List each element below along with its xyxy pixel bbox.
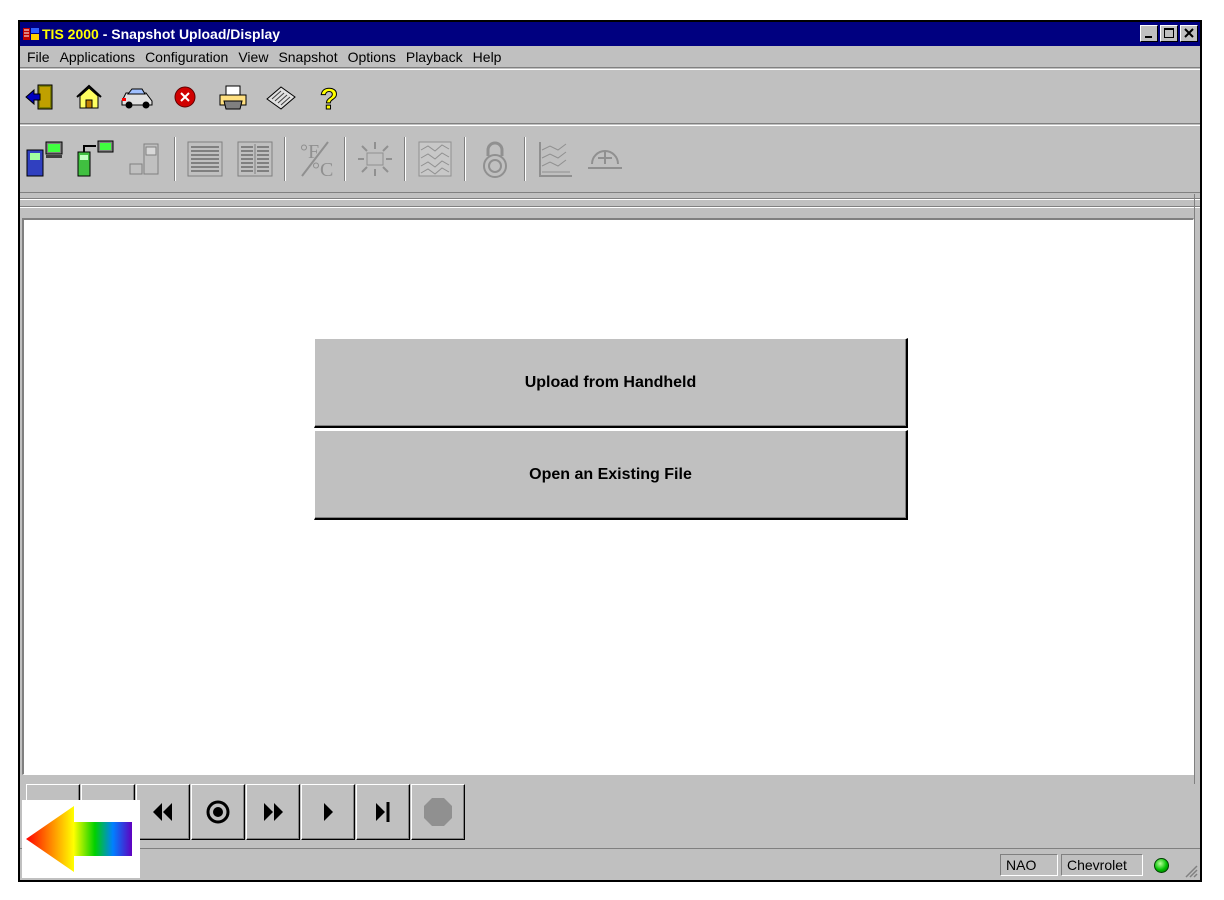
status-bar: NAO Chevrolet bbox=[20, 848, 1200, 880]
svg-text:°C: °C bbox=[312, 159, 333, 180]
last-icon bbox=[376, 802, 390, 822]
window-controls bbox=[1140, 25, 1198, 42]
svg-text:?: ? bbox=[320, 83, 338, 113]
menu-playback[interactable]: Playback bbox=[401, 49, 468, 65]
main-toolbar: ? bbox=[20, 69, 1200, 124]
window-title-app: TIS 2000 bbox=[42, 26, 99, 42]
menu-applications[interactable]: Applications bbox=[55, 49, 141, 65]
back-arrow-icon[interactable] bbox=[22, 800, 140, 878]
pane-splitter[interactable] bbox=[20, 194, 1200, 214]
connection-status-icon bbox=[1154, 858, 1169, 873]
play-icon bbox=[324, 803, 333, 821]
toolbar-separator bbox=[464, 137, 466, 181]
stop-playback-button[interactable] bbox=[411, 784, 465, 840]
help-icon[interactable]: ? bbox=[312, 81, 346, 116]
play-button[interactable] bbox=[301, 784, 355, 840]
rewind-icon bbox=[153, 803, 172, 821]
last-frame-button[interactable] bbox=[356, 784, 410, 840]
title-bar: TIS 2000 - Snapshot Upload/Display bbox=[20, 22, 1200, 46]
temperature-unit-icon[interactable]: °F °C bbox=[294, 138, 336, 181]
upload-from-handheld-label: Upload from Handheld bbox=[524, 373, 697, 391]
rewind-button[interactable] bbox=[136, 784, 190, 840]
handheld-upload-icon[interactable] bbox=[24, 138, 66, 180]
menu-bar: File Applications Configuration View Sna… bbox=[20, 46, 1200, 68]
resize-grip-icon[interactable] bbox=[1184, 864, 1198, 878]
tis-app-icon[interactable] bbox=[22, 26, 40, 42]
make-status: Chevrolet bbox=[1061, 854, 1143, 876]
lamp-icon[interactable] bbox=[354, 138, 396, 180]
app-window: TIS 2000 - Snapshot Upload/Display File … bbox=[18, 20, 1202, 882]
toolbar-separator bbox=[174, 137, 176, 181]
graph-icon[interactable] bbox=[414, 138, 456, 180]
print-icon[interactable] bbox=[216, 81, 250, 113]
open-existing-file-button[interactable]: Open an Existing File bbox=[314, 430, 908, 520]
stop-octagon-icon bbox=[424, 798, 452, 826]
maximize-button[interactable] bbox=[1160, 25, 1178, 42]
menu-options[interactable]: Options bbox=[343, 49, 401, 65]
toolbar-separator bbox=[404, 137, 406, 181]
snapshot-toolbar: °F °C bbox=[20, 125, 1200, 193]
vehicle-icon[interactable] bbox=[120, 81, 154, 113]
menu-configuration[interactable]: Configuration bbox=[140, 49, 233, 65]
upload-from-handheld-button[interactable]: Upload from Handheld bbox=[314, 338, 908, 428]
exit-icon[interactable] bbox=[24, 81, 58, 113]
menu-view[interactable]: View bbox=[233, 49, 273, 65]
close-button[interactable] bbox=[1180, 25, 1198, 42]
handheld-disabled-icon[interactable] bbox=[124, 138, 166, 180]
toolbar-separator bbox=[344, 137, 346, 181]
record-button[interactable] bbox=[191, 784, 245, 840]
menu-file[interactable]: File bbox=[22, 49, 55, 65]
playback-controls bbox=[20, 778, 1200, 848]
stop-icon[interactable] bbox=[168, 81, 202, 113]
open-existing-file-label: Open an Existing File bbox=[529, 465, 692, 483]
menu-help[interactable]: Help bbox=[468, 49, 507, 65]
keypad-icon[interactable] bbox=[264, 81, 298, 113]
window-title: TIS 2000 - Snapshot Upload/Display bbox=[42, 26, 280, 42]
menu-snapshot[interactable]: Snapshot bbox=[273, 49, 342, 65]
graph-lines-icon[interactable] bbox=[534, 138, 576, 180]
toolbar-separator bbox=[284, 137, 286, 181]
home-icon[interactable] bbox=[72, 81, 106, 113]
region-status: NAO bbox=[1000, 854, 1058, 876]
toolbar-separator bbox=[524, 137, 526, 181]
record-icon bbox=[206, 800, 230, 824]
double-column-icon[interactable] bbox=[234, 138, 276, 180]
window-title-rest: - Snapshot Upload/Display bbox=[98, 26, 281, 42]
minimize-button[interactable] bbox=[1140, 25, 1158, 42]
transfer-icon[interactable] bbox=[74, 138, 116, 180]
fast-forward-button[interactable] bbox=[246, 784, 300, 840]
single-column-icon[interactable] bbox=[184, 138, 226, 180]
right-scroll-edge bbox=[1194, 194, 1200, 784]
trigger-icon[interactable] bbox=[584, 138, 626, 180]
lock-icon[interactable] bbox=[474, 138, 516, 180]
main-content-area: Upload from Handheld Open an Existing Fi… bbox=[22, 218, 1194, 775]
fast-forward-icon bbox=[264, 803, 283, 821]
